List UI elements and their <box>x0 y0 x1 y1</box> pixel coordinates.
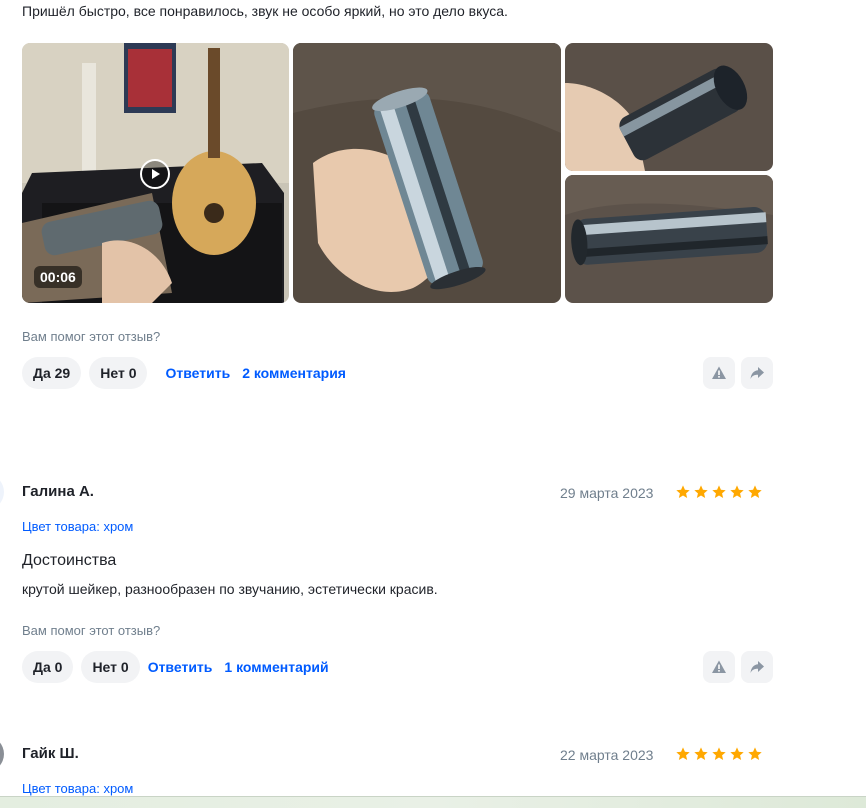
share-button[interactable] <box>741 357 773 389</box>
star-icon <box>730 747 744 760</box>
review-photo-image <box>293 43 561 303</box>
video-duration-badge: 00:06 <box>34 266 82 288</box>
warning-icon <box>712 366 726 379</box>
star-icon <box>712 485 726 498</box>
share-icon <box>750 367 764 379</box>
review-date: 29 марта 2023 <box>560 485 654 501</box>
review-author[interactable]: Галина А. <box>22 483 94 500</box>
review-photo-image <box>565 175 773 303</box>
review-media-gallery: 00:06 <box>22 43 774 303</box>
review-actions: Да 29 Нет 0 Ответить 2 комментария <box>22 357 358 389</box>
rating-stars <box>675 484 765 500</box>
review-photo[interactable] <box>565 43 773 171</box>
comments-link[interactable]: 1 комментарий <box>224 659 328 675</box>
review-photo-image <box>565 43 773 171</box>
taskbar-strip <box>0 796 866 808</box>
warning-icon <box>712 660 726 673</box>
review-photo[interactable] <box>565 175 773 303</box>
product-variant-link[interactable]: Цвет товара: хром <box>22 781 133 796</box>
rating-stars <box>675 746 765 762</box>
avatar <box>0 480 4 504</box>
star-icon <box>748 747 762 760</box>
product-variant-link[interactable]: Цвет товара: хром <box>22 519 133 534</box>
comments-link[interactable]: 2 комментария <box>242 365 346 381</box>
review-author[interactable]: Гайк Ш. <box>22 745 79 762</box>
review-text: Пришёл быстро, все понравилось, звук не … <box>22 3 508 19</box>
star-icon <box>748 485 762 498</box>
share-button[interactable] <box>741 651 773 683</box>
review-actions: Да 0 Нет 0 Ответить 1 комментарий <box>22 651 341 683</box>
star-icon <box>676 747 690 760</box>
report-button[interactable] <box>703 651 735 683</box>
reply-button[interactable]: Ответить <box>148 659 213 675</box>
review-text: крутой шейкер, разнообразен по звучанию,… <box>22 581 438 597</box>
helpful-yes-button[interactable]: Да 0 <box>22 651 74 683</box>
helpful-no-button[interactable]: Нет 0 <box>81 651 140 683</box>
report-button[interactable] <box>703 357 735 389</box>
helpful-question: Вам помог этот отзыв? <box>22 623 161 638</box>
star-icon <box>712 747 726 760</box>
star-icon <box>694 485 708 498</box>
review-video-thumbnail[interactable]: 00:06 <box>22 43 289 303</box>
reply-button[interactable]: Ответить <box>165 365 230 381</box>
review-photo[interactable] <box>293 43 561 303</box>
helpful-question: Вам помог этот отзыв? <box>22 329 161 344</box>
play-icon[interactable] <box>140 159 170 189</box>
review-section-title: Достоинства <box>22 552 117 569</box>
avatar <box>0 742 4 766</box>
star-icon <box>694 747 708 760</box>
helpful-yes-button[interactable]: Да 29 <box>22 357 82 389</box>
review-date: 22 марта 2023 <box>560 747 654 763</box>
helpful-no-button[interactable]: Нет 0 <box>89 357 148 389</box>
star-icon <box>730 485 744 498</box>
share-icon <box>750 661 764 673</box>
star-icon <box>676 485 690 498</box>
